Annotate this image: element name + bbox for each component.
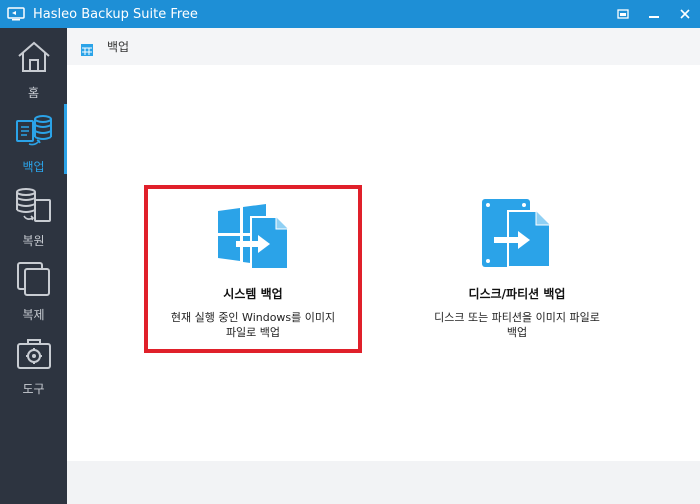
title-bar: Hasleo Backup Suite Free [0,0,700,28]
sidebar-item-home[interactable]: 홈 [0,28,67,102]
sidebar-item-backup[interactable]: 백업 [0,102,67,176]
card-description: 디스크 또는 파티션을 이미지 파일로 백업 [434,311,600,339]
system-backup-card[interactable]: 시스템 백업 현재 실행 중인 Windows를 이미지 파일로 백업 [144,185,362,353]
clone-icon [15,260,53,302]
page-title: 백업 [107,40,130,54]
sidebar-item-label: 홈 [27,86,40,100]
sidebar-item-label: 복제 [22,308,45,322]
sidebar-item-label: 백업 [22,160,45,174]
minimize-icon[interactable] [638,0,669,28]
windows-backup-icon [218,203,289,273]
restore-icon [15,186,53,228]
disk-partition-backup-card[interactable]: 디스크/파티션 백업 디스크 또는 파티션을 이미지 파일로 백업 [407,197,627,347]
card-title: 시스템 백업 [223,287,283,301]
close-icon[interactable] [669,0,700,28]
sidebar-item-clone[interactable]: 복제 [0,250,67,324]
footer-bar [67,461,700,504]
window-title: Hasleo Backup Suite Free [33,6,198,22]
disk-backup-icon [482,197,552,273]
main-content: 시스템 백업 현재 실행 중인 Windows를 이미지 파일로 백업 디스크/… [67,65,700,461]
card-title: 디스크/파티션 백업 [468,287,566,301]
app-logo-icon [5,6,27,22]
home-icon [15,38,53,80]
tools-icon [15,334,53,376]
sidebar-item-label: 복원 [22,234,45,248]
sidebar-item-label: 도구 [22,382,45,396]
sidebar-item-tools[interactable]: 도구 [0,324,67,398]
grid-icon [81,41,93,56]
restore-window-icon[interactable] [607,0,638,28]
page-header: 백업 [67,28,700,65]
card-description: 현재 실행 중인 Windows를 이미지 파일로 백업 [170,311,336,339]
sidebar-item-restore[interactable]: 복원 [0,176,67,250]
sidebar: 홈 백업 복원 복제 도구 [0,28,67,504]
backup-icon [15,112,53,154]
